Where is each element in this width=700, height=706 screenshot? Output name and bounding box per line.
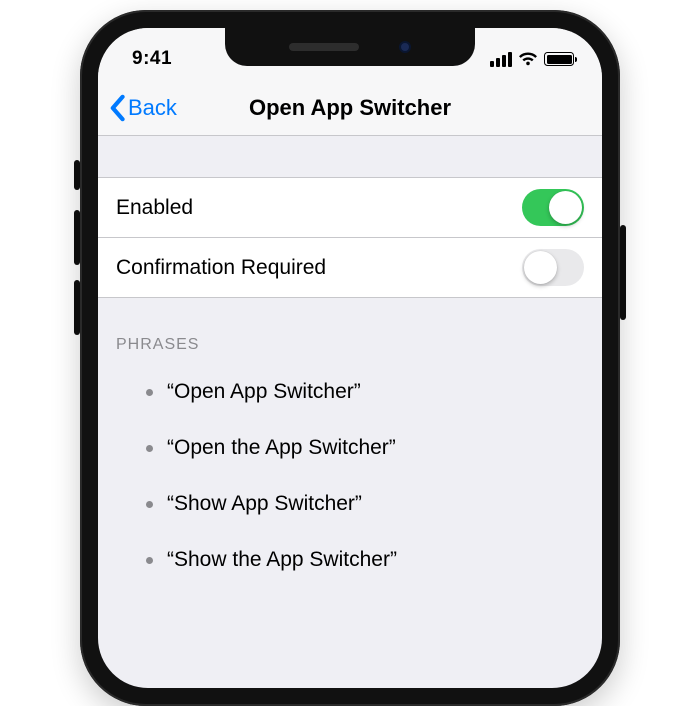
phrase-text: “Show the App Switcher” [167, 548, 397, 572]
notch [225, 28, 475, 66]
row-enabled: Enabled [98, 178, 602, 238]
volume-down-button [74, 280, 80, 335]
phrases-header: PHRASES [98, 298, 602, 364]
wifi-icon [518, 52, 538, 67]
mute-switch [74, 160, 80, 190]
section-gap [98, 136, 602, 178]
enabled-toggle[interactable] [522, 189, 584, 226]
volume-up-button [74, 210, 80, 265]
bullet-icon [146, 445, 153, 452]
phrase-text: “Open the App Switcher” [167, 436, 396, 460]
phrase-text: “Open App Switcher” [167, 380, 361, 404]
phrases-section: PHRASES “Open App Switcher” “Open the Ap… [98, 298, 602, 608]
back-label: Back [128, 95, 177, 121]
bullet-icon [146, 557, 153, 564]
phrase-item: “Show the App Switcher” [98, 532, 602, 588]
battery-icon [544, 52, 574, 66]
back-button[interactable]: Back [108, 94, 177, 122]
phrase-item: “Open App Switcher” [98, 364, 602, 420]
nav-bar: Back Open App Switcher [98, 80, 602, 136]
cellular-signal-icon [490, 52, 512, 67]
front-camera [399, 41, 411, 53]
row-confirmation: Confirmation Required [98, 238, 602, 298]
settings-group: Enabled Confirmation Required [98, 178, 602, 298]
bullet-icon [146, 389, 153, 396]
screen: 9:41 Back Open App Switcher Enabled Conf… [98, 28, 602, 688]
phone-frame: 9:41 Back Open App Switcher Enabled Conf… [80, 10, 620, 706]
confirmation-toggle[interactable] [522, 249, 584, 286]
row-label: Confirmation Required [116, 256, 326, 280]
clock: 9:41 [132, 48, 172, 70]
chevron-left-icon [108, 94, 126, 122]
power-button [620, 225, 626, 320]
bullet-icon [146, 501, 153, 508]
phrase-text: “Show App Switcher” [167, 492, 362, 516]
row-label: Enabled [116, 196, 193, 220]
phrase-item: “Open the App Switcher” [98, 420, 602, 476]
phrase-item: “Show App Switcher” [98, 476, 602, 532]
speaker-grille [289, 43, 359, 51]
